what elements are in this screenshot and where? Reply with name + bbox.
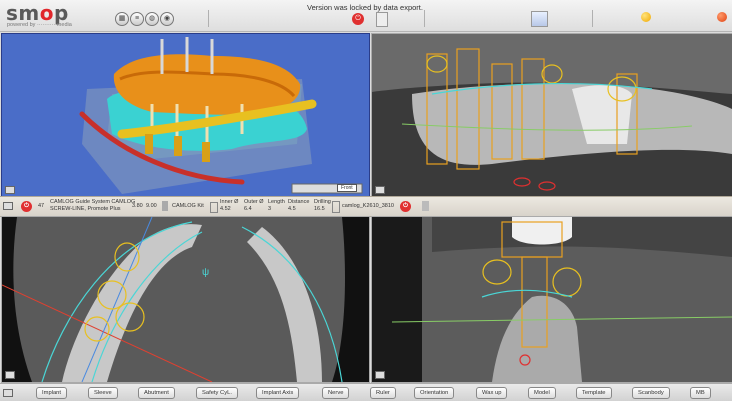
status-message: Version was locked by data export. xyxy=(307,3,423,12)
lock-icon[interactable]: ⏻ xyxy=(352,13,364,25)
view-select[interactable]: Front xyxy=(337,184,357,192)
sleeve-length: Length 3 xyxy=(268,199,285,212)
bar-corner-icon[interactable] xyxy=(3,202,13,210)
viewport-tangential[interactable] xyxy=(371,216,732,383)
implant-product: CAMLOG Guide System CAMLOG SCREW-LINE, Pr… xyxy=(50,199,136,212)
implant-icon xyxy=(162,201,168,211)
toolbar-separator xyxy=(592,10,593,27)
3d-model-render xyxy=(79,37,363,194)
toggle-wax-up-button[interactable]: Wax up xyxy=(476,387,508,399)
toggle-scanbody-button[interactable]: Scanbody xyxy=(632,387,670,399)
status-light-icon xyxy=(641,12,651,22)
ct-cross-section xyxy=(372,34,732,196)
toggle-model-button[interactable]: Model xyxy=(528,387,556,399)
toggle-nerve-button[interactable]: Nerve xyxy=(322,387,350,399)
view-corner-icon[interactable] xyxy=(375,186,385,194)
toggle-mb-button[interactable]: MB xyxy=(690,387,711,399)
close-icon[interactable] xyxy=(717,12,727,22)
outer-diameter: Outer Ø 6.4 xyxy=(244,199,264,212)
viewport-3d[interactable]: Front xyxy=(1,33,370,197)
document-icon[interactable] xyxy=(376,12,388,27)
panorama-icon[interactable] xyxy=(531,11,548,27)
toggle-implant-button[interactable]: Implant xyxy=(36,387,68,399)
sleeve-distance: Distance 4.5 xyxy=(288,199,310,212)
toggle-orientation-button[interactable]: Orientation xyxy=(414,387,455,399)
toggle-template-button[interactable]: Template xyxy=(576,387,612,399)
view-corner-icon[interactable] xyxy=(5,186,15,194)
svg-text:ψ: ψ xyxy=(202,267,209,278)
implant-info-bar: ⏻ 47 CAMLOG Guide System CAMLOG SCREW-LIN… xyxy=(0,196,732,217)
toggle-implant-axis-button[interactable]: Implant Axis xyxy=(256,387,300,399)
toggle-sleeve-button[interactable]: Sleeve xyxy=(88,387,118,399)
implant-count: 47 xyxy=(38,203,45,209)
model-view-button[interactable]: ◍ xyxy=(145,12,159,26)
toggle-abutment-button[interactable]: Abutment xyxy=(138,387,175,399)
kit-name: CAMLOG Kit xyxy=(172,203,204,209)
view-corner-icon[interactable] xyxy=(5,371,15,379)
inner-diameter: Inner Ø 4.52 xyxy=(220,199,239,212)
sleeve-shape-icon xyxy=(332,201,340,213)
drilling-depth: Drilling 16.5 xyxy=(314,199,331,212)
lock-icon[interactable]: ⏻ xyxy=(21,201,32,212)
delete-icon[interactable] xyxy=(422,201,429,211)
implant-diameter: 3.80 xyxy=(132,203,143,209)
implant-length: 9.00 xyxy=(146,203,157,209)
powered-by: powered by ·········· media xyxy=(7,22,72,28)
sleeve-icon xyxy=(210,202,218,213)
viewport-axial[interactable]: ψ xyxy=(1,216,370,383)
viewport-cross-section[interactable] xyxy=(371,33,732,197)
visibility-toolbar: Implant Sleeve Abutment Safety CyL. Impl… xyxy=(0,383,732,401)
camera-button[interactable]: ◉ xyxy=(160,12,174,26)
lock-icon[interactable]: ⏻ xyxy=(400,201,411,212)
bar-corner-icon[interactable] xyxy=(3,389,13,397)
toolbar-separator xyxy=(424,10,425,27)
list-view-button[interactable]: ≡ xyxy=(130,12,144,26)
toolbar-separator xyxy=(208,10,209,27)
grid-view-button[interactable]: ▦ xyxy=(115,12,129,26)
ct-tangential-slice xyxy=(391,217,732,382)
toggle-ruler-button[interactable]: Ruler xyxy=(370,387,396,399)
top-toolbar: smop powered by ·········· media ▦ ≡ ◍ ◉… xyxy=(0,0,732,32)
sleeve-code: camlog_K2610_3810 xyxy=(342,203,394,209)
ct-axial-slice: ψ xyxy=(2,217,345,382)
view-corner-icon[interactable] xyxy=(375,371,385,379)
toggle-safety-cylinder-button[interactable]: Safety CyL. xyxy=(196,387,238,399)
